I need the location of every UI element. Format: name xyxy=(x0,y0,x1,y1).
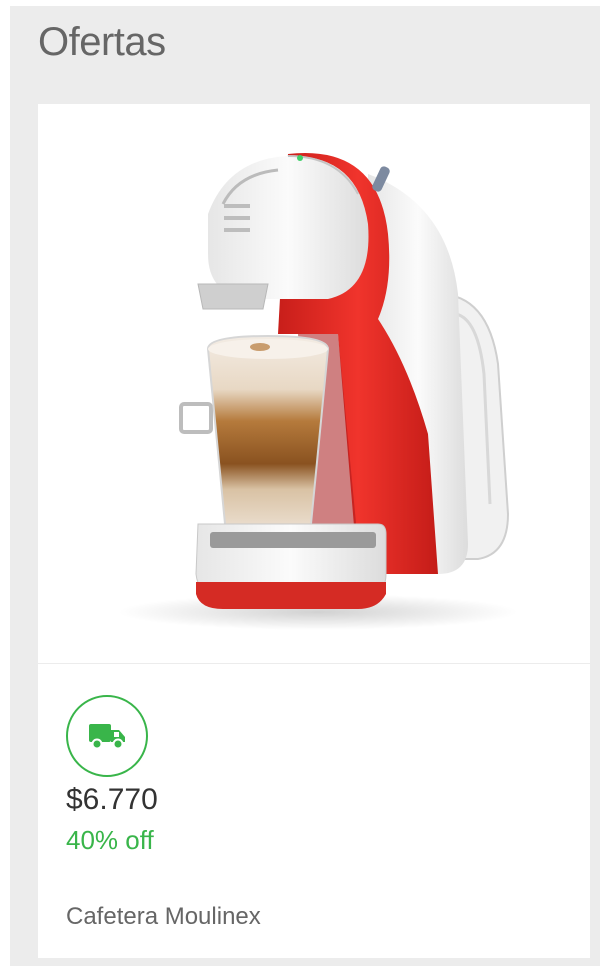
discount-label: 40% off xyxy=(66,825,154,855)
product-image[interactable] xyxy=(38,104,590,664)
product-price: $6.770 xyxy=(66,783,158,816)
free-shipping-badge xyxy=(66,695,148,777)
product-title[interactable]: Cafetera Moulinex xyxy=(66,903,261,931)
product-info: $6.770 40% off Cafetera Moulinex xyxy=(38,665,590,958)
coffee-machine-image xyxy=(118,153,518,630)
truck-icon xyxy=(89,724,125,750)
section-title: Ofertas xyxy=(38,20,166,64)
offers-section: Ofertas $6.770 40% off Cafetera Moulinex xyxy=(10,6,600,966)
product-card[interactable]: $6.770 40% off Cafetera Moulinex xyxy=(38,104,590,958)
